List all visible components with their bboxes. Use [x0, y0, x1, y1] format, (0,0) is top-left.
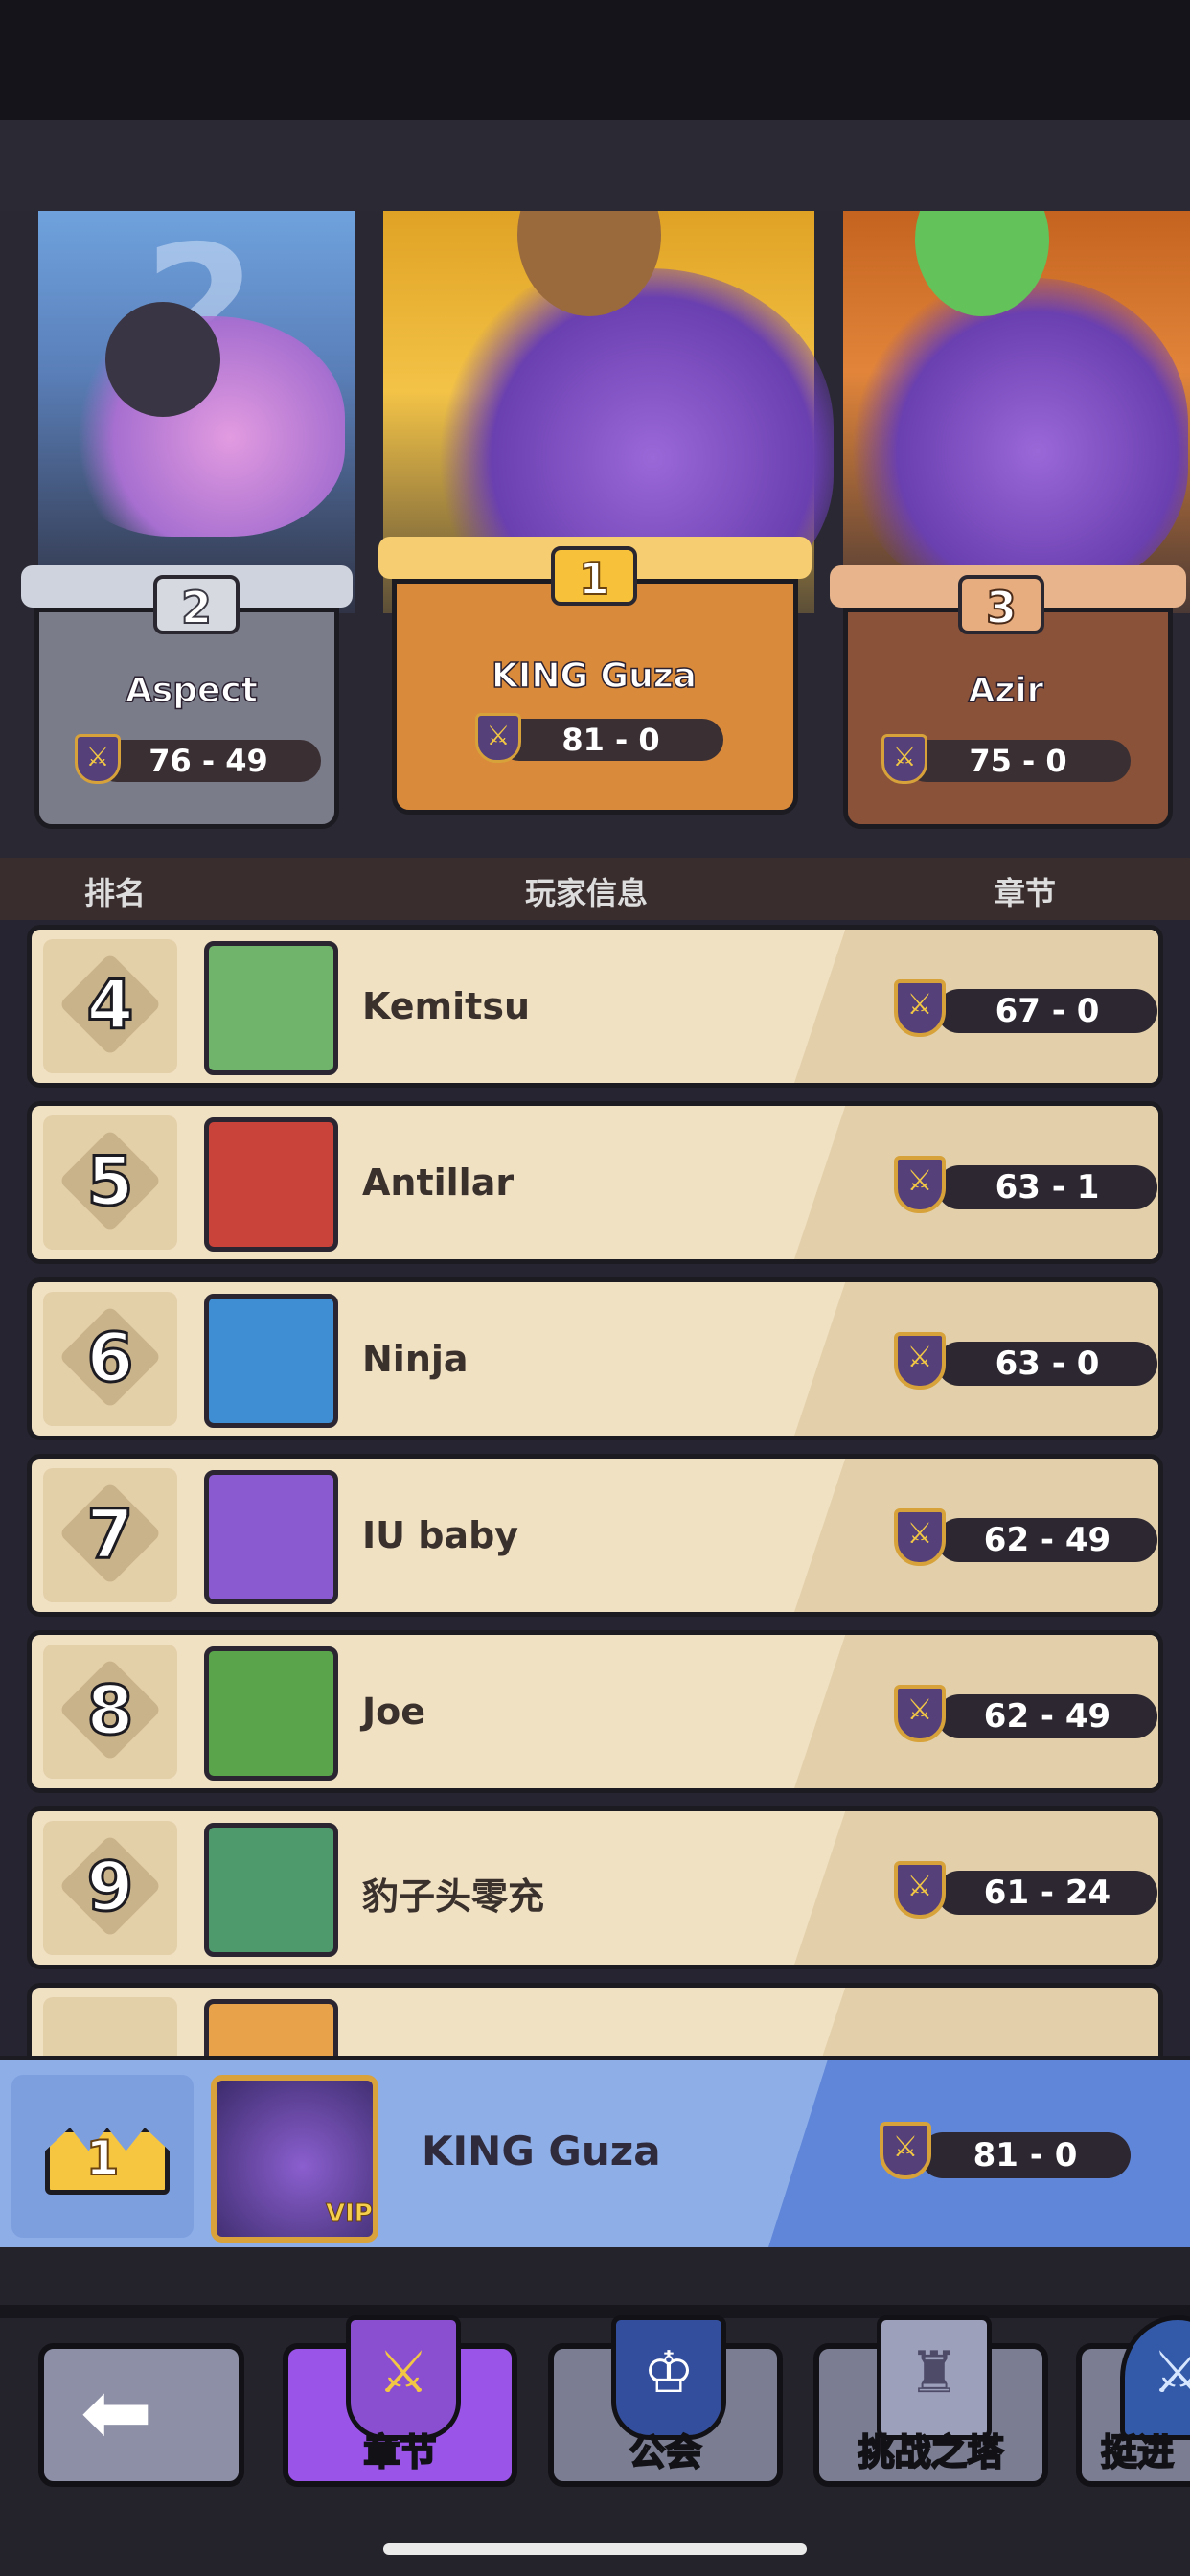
tab-label: 挑战之塔	[857, 2430, 1004, 2474]
chapter-shield-icon	[881, 734, 927, 784]
rank-column-header: 排名	[84, 875, 147, 911]
tab-challenge-tower[interactable]: 挑战之塔	[813, 2315, 1048, 2487]
tab-label: 挺进	[1100, 2430, 1175, 2474]
chapter-score: 63 - 0	[937, 1342, 1157, 1386]
tab-advance[interactable]: 挺进	[1076, 2315, 1190, 2487]
chapter-score: 62 - 49	[937, 1694, 1157, 1738]
my-rank-cell: 1	[11, 2075, 194, 2238]
chapter-shield-icon	[894, 979, 946, 1037]
player-avatar[interactable]	[204, 1294, 338, 1428]
chapter-shield-icon	[894, 1156, 946, 1213]
nav-divider	[0, 2305, 1190, 2318]
chapter-shield-icon	[894, 1332, 946, 1390]
chapter-score: 67 - 0	[937, 989, 1157, 1033]
tab-label: 章节	[362, 2430, 437, 2474]
rank-number: 8	[85, 1670, 135, 1752]
second-place-name: Aspect	[125, 670, 259, 711]
back-button[interactable]: ⬅	[38, 2343, 244, 2487]
third-place-score: 75 - 0	[905, 740, 1131, 782]
third-place-name: Azir	[968, 670, 1044, 711]
chapter-shield-icon	[475, 713, 521, 763]
my-rank-number: 1	[85, 2129, 121, 2187]
chapter-shield-icon	[894, 1508, 946, 1566]
status-area	[0, 0, 1190, 120]
rank-cell: 7	[43, 1468, 177, 1602]
rank-number: 5	[85, 1141, 135, 1223]
rank-cell: 5	[43, 1116, 177, 1250]
rank-cell: 6	[43, 1292, 177, 1426]
chapter-shield-icon	[880, 2122, 931, 2179]
header-strip	[0, 120, 1190, 211]
chapter-icon	[346, 2315, 461, 2440]
player-info-column-header: 玩家信息	[525, 875, 649, 911]
player-name: Antillar	[362, 1162, 515, 1204]
rank-number: 6	[85, 1318, 135, 1399]
player-name: Ninja	[362, 1338, 469, 1380]
my-name: KING Guza	[422, 2128, 661, 2174]
ranking-row-8[interactable]: 8 Joe 62 - 49	[27, 1630, 1163, 1793]
second-place-score: 76 - 49	[96, 740, 321, 782]
player-name: Joe	[362, 1690, 426, 1733]
player-avatar[interactable]	[204, 1823, 338, 1957]
chapter-score: 61 - 24	[937, 1871, 1157, 1915]
ranking-row-9[interactable]: 9 豹子头零充 61 - 24	[27, 1806, 1163, 1969]
vip-badge: VIP	[326, 2199, 374, 2229]
chapter-score: 63 - 1	[937, 1165, 1157, 1209]
chapter-shield-icon	[894, 1861, 946, 1919]
player-name: Kemitsu	[362, 985, 531, 1027]
chapter-shield-icon	[75, 734, 121, 784]
rank-cell	[43, 1997, 177, 2056]
my-chapter-score: 81 - 0	[920, 2132, 1131, 2178]
pedestal-body	[34, 608, 339, 829]
rank-number: 4	[85, 965, 135, 1046]
ranking-row-4[interactable]: 4 Kemitsu 67 - 0	[27, 925, 1163, 1088]
ranking-row-6[interactable]: 6 Ninja 63 - 0	[27, 1277, 1163, 1440]
chapter-shield-icon	[894, 1685, 946, 1742]
player-avatar[interactable]	[204, 1999, 338, 2056]
player-avatar[interactable]	[204, 1646, 338, 1781]
tab-label: 公会	[628, 2430, 702, 2474]
first-place-rank-badge: 1	[551, 546, 637, 606]
second-place-rank-badge: 2	[153, 575, 240, 634]
tab-chapter[interactable]: 章节	[283, 2315, 517, 2487]
player-avatar[interactable]	[204, 1117, 338, 1252]
ranking-list[interactable]: 4 Kemitsu 67 - 0 5 Antillar 63 - 1 6 Nin…	[0, 920, 1190, 2056]
home-indicator[interactable]	[383, 2543, 807, 2555]
advance-icon	[1120, 2315, 1190, 2440]
rank-number: 7	[85, 1494, 135, 1576]
tower-icon	[877, 2315, 992, 2440]
second-place-rider-icon	[105, 302, 220, 417]
tab-guild[interactable]: 公会	[548, 2315, 783, 2487]
rank-cell: 9	[43, 1821, 177, 1955]
rank-cell: 8	[43, 1644, 177, 1779]
guild-icon	[611, 2315, 726, 2440]
player-avatar[interactable]	[204, 1470, 338, 1604]
pedestal-body	[392, 579, 798, 815]
player-name: IU baby	[362, 1514, 519, 1556]
first-place-name: KING Guza	[491, 656, 697, 697]
row-shade	[794, 1988, 1158, 2056]
bottom-nav: ⬅ 章节 公会 挑战之塔 挺进	[0, 2247, 1190, 2576]
first-place-score: 81 - 0	[498, 719, 723, 761]
player-name: 豹子头零充	[362, 1875, 545, 1918]
podium: 2 2 1 3 Aspect KING Guza Azir 76 - 49 81…	[0, 211, 1190, 858]
rank-cell: 4	[43, 939, 177, 1073]
my-rank-bar[interactable]: 1 VIP KING Guza 81 - 0	[0, 2056, 1190, 2247]
rank-number: 9	[85, 1847, 135, 1928]
third-place-rank-badge: 3	[958, 575, 1044, 634]
third-place-mount-icon[interactable]	[853, 278, 1188, 594]
chapter-score: 62 - 49	[937, 1518, 1157, 1562]
chapter-column-header: 章节	[995, 875, 1057, 911]
player-avatar[interactable]	[204, 941, 338, 1075]
pedestal-body	[843, 608, 1173, 829]
leaderboard-header: 排名 玩家信息 章节	[0, 858, 1190, 920]
ranking-row-partial[interactable]	[27, 1983, 1163, 2056]
ranking-row-7[interactable]: 7 IU baby 62 - 49	[27, 1454, 1163, 1617]
ranking-row-5[interactable]: 5 Antillar 63 - 1	[27, 1101, 1163, 1264]
back-arrow-icon: ⬅	[80, 2362, 153, 2463]
